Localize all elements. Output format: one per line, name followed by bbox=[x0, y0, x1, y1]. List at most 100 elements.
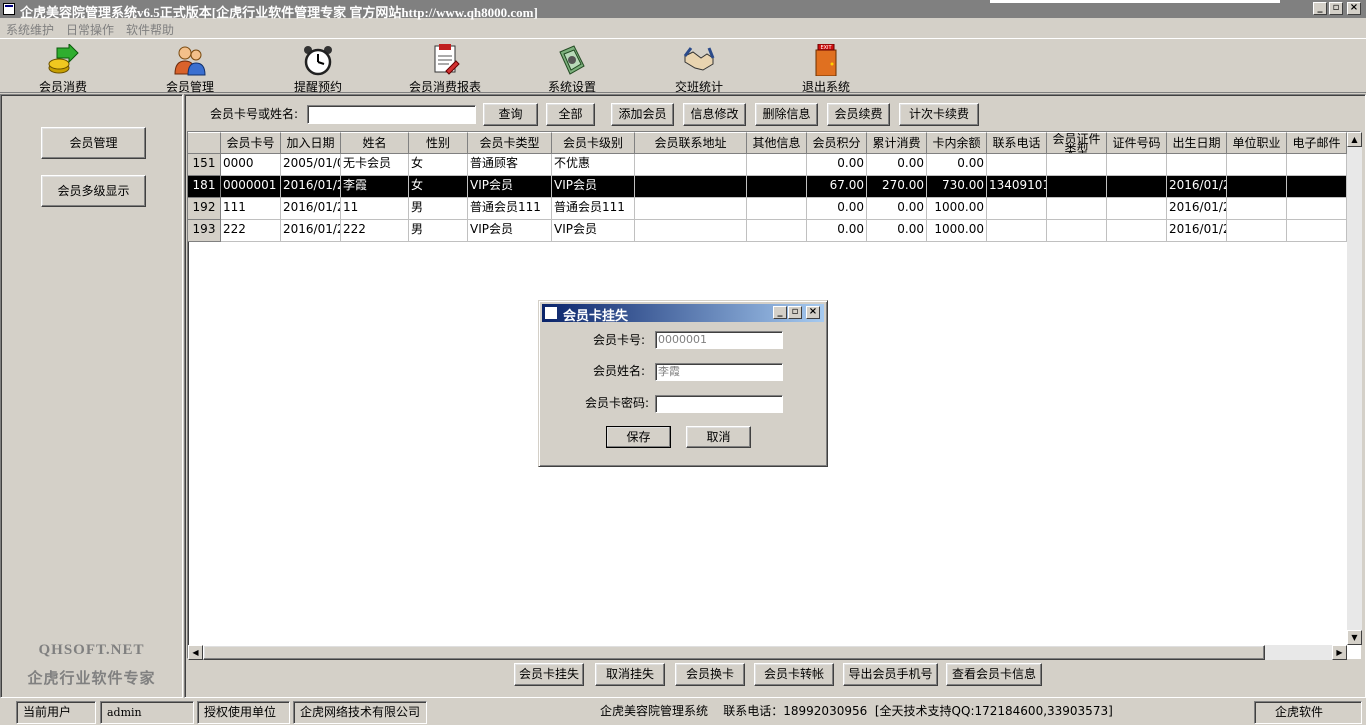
add-member-button[interactable]: 添加会员 bbox=[611, 103, 674, 126]
row-id[interactable]: 181 bbox=[188, 176, 221, 198]
table-cell[interactable]: 2016/01/27 bbox=[1167, 220, 1227, 242]
query-button[interactable]: 查询 bbox=[483, 103, 538, 126]
table-cell[interactable] bbox=[1047, 176, 1107, 198]
table-cell[interactable] bbox=[1167, 154, 1227, 176]
view-card-info-button[interactable]: 查看会员卡信息 bbox=[946, 663, 1042, 686]
table-cell[interactable]: 11 bbox=[341, 198, 409, 220]
table-cell[interactable] bbox=[747, 220, 807, 242]
table-cell[interactable]: VIP会员 bbox=[468, 220, 552, 242]
row-id[interactable]: 193 bbox=[188, 220, 221, 242]
save-button[interactable]: 保存 bbox=[606, 426, 671, 448]
table-cell[interactable] bbox=[1047, 198, 1107, 220]
table-cell[interactable] bbox=[747, 176, 807, 198]
table-cell[interactable]: 普通会员111 bbox=[468, 198, 552, 220]
table-cell[interactable]: VIP会员 bbox=[552, 176, 635, 198]
table-cell[interactable]: 女 bbox=[409, 154, 468, 176]
scroll-right-arrow-icon[interactable]: ▶ bbox=[1332, 645, 1347, 660]
table-cell[interactable] bbox=[1227, 198, 1287, 220]
table-cell[interactable] bbox=[1227, 176, 1287, 198]
table-cell[interactable]: 0.00 bbox=[807, 198, 867, 220]
table-cell[interactable] bbox=[987, 198, 1047, 220]
sidebar-multilevel-button[interactable]: 会员多级显示 bbox=[41, 175, 146, 207]
table-cell[interactable] bbox=[1287, 154, 1347, 176]
column-header[interactable]: 联系电话 bbox=[987, 132, 1047, 154]
scroll-left-arrow-icon[interactable]: ◀ bbox=[188, 645, 203, 660]
table-cell[interactable] bbox=[1107, 220, 1167, 242]
card-transfer-button[interactable]: 会员卡转帐 bbox=[754, 663, 834, 686]
table-cell[interactable]: 1000.00 bbox=[927, 220, 987, 242]
menu-system-maintenance[interactable]: 系统维护 bbox=[6, 21, 54, 38]
table-cell[interactable] bbox=[635, 198, 747, 220]
table-cell[interactable]: 2005/01/01 bbox=[281, 154, 341, 176]
change-card-button[interactable]: 会员换卡 bbox=[675, 663, 745, 686]
table-cell[interactable]: 13409101040 bbox=[987, 176, 1047, 198]
table-cell[interactable]: 李霞 bbox=[341, 176, 409, 198]
toolbar-member-consume[interactable]: 会员消费 bbox=[13, 42, 113, 94]
table-cell[interactable]: 2016/01/27 bbox=[281, 220, 341, 242]
dialog-close-button[interactable]: × bbox=[806, 306, 820, 319]
toolbar-exit[interactable]: EXIT 退出系统 bbox=[776, 42, 876, 94]
column-header[interactable]: 会员积分 bbox=[807, 132, 867, 154]
menu-daily-operations[interactable]: 日常操作 bbox=[66, 21, 114, 38]
table-cell[interactable]: 0000 bbox=[221, 154, 281, 176]
column-header[interactable]: 出生日期 bbox=[1167, 132, 1227, 154]
scroll-down-arrow-icon[interactable]: ▼ bbox=[1347, 630, 1362, 645]
toolbar-consume-report[interactable]: 会员消费报表 bbox=[395, 42, 495, 94]
table-cell[interactable] bbox=[635, 176, 747, 198]
column-header[interactable]: 会员证件类型 bbox=[1047, 132, 1107, 154]
card-number-field[interactable]: 0000001 bbox=[655, 331, 783, 349]
column-header[interactable]: 会员卡类型 bbox=[468, 132, 552, 154]
edit-info-button[interactable]: 信息修改 bbox=[683, 103, 746, 126]
column-header[interactable]: 单位职业 bbox=[1227, 132, 1287, 154]
table-cell[interactable] bbox=[987, 154, 1047, 176]
table-cell[interactable]: 67.00 bbox=[807, 176, 867, 198]
column-header[interactable]: 加入日期 bbox=[281, 132, 341, 154]
dialog-minimize-button[interactable]: _ bbox=[773, 306, 787, 319]
table-cell[interactable] bbox=[1227, 154, 1287, 176]
card-report-lost-button[interactable]: 会员卡挂失 bbox=[514, 663, 584, 686]
table-cell[interactable] bbox=[1287, 176, 1347, 198]
table-cell[interactable]: 0.00 bbox=[807, 220, 867, 242]
vertical-scrollbar[interactable]: ▲ ▼ bbox=[1347, 132, 1362, 645]
column-header[interactable]: 电子邮件 bbox=[1287, 132, 1347, 154]
table-cell[interactable]: 111 bbox=[221, 198, 281, 220]
table-cell[interactable] bbox=[1287, 220, 1347, 242]
table-cell[interactable]: 0000001 bbox=[221, 176, 281, 198]
horizontal-scrollbar[interactable]: ◀ ▶ bbox=[188, 645, 1347, 660]
table-cell[interactable]: 2016/01/22 bbox=[281, 176, 341, 198]
table-cell[interactable] bbox=[1227, 220, 1287, 242]
table-cell[interactable]: 270.00 bbox=[867, 176, 927, 198]
table-cell[interactable]: 普通会员111 bbox=[552, 198, 635, 220]
table-cell[interactable]: 0.00 bbox=[867, 220, 927, 242]
restore-button[interactable]: ▫ bbox=[1329, 2, 1343, 15]
table-row[interactable]: 18100000012016/01/22李霞女VIP会员VIP会员67.0027… bbox=[188, 176, 1347, 198]
table-cell[interactable]: 0.00 bbox=[867, 198, 927, 220]
column-header[interactable]: 姓名 bbox=[341, 132, 409, 154]
table-cell[interactable]: 0.00 bbox=[807, 154, 867, 176]
minimize-button[interactable]: _ bbox=[1313, 2, 1327, 15]
export-phones-button[interactable]: 导出会员手机号 bbox=[843, 663, 938, 686]
column-header[interactable]: 卡内余额 bbox=[927, 132, 987, 154]
column-header[interactable]: 其他信息 bbox=[747, 132, 807, 154]
column-header[interactable]: 会员卡级别 bbox=[552, 132, 635, 154]
close-button[interactable]: × bbox=[1347, 2, 1361, 15]
sidebar-member-manage-button[interactable]: 会员管理 bbox=[41, 127, 146, 159]
column-header[interactable]: 会员卡号 bbox=[221, 132, 281, 154]
table-cell[interactable]: VIP会员 bbox=[468, 176, 552, 198]
table-cell[interactable]: 不优惠 bbox=[552, 154, 635, 176]
table-cell[interactable]: 男 bbox=[409, 220, 468, 242]
table-cell[interactable]: 0.00 bbox=[927, 154, 987, 176]
column-header[interactable]: 性别 bbox=[409, 132, 468, 154]
menu-help[interactable]: 软件帮助 bbox=[126, 21, 174, 38]
table-cell[interactable]: 730.00 bbox=[927, 176, 987, 198]
table-cell[interactable]: 0.00 bbox=[867, 154, 927, 176]
table-cell[interactable] bbox=[1107, 198, 1167, 220]
table-cell[interactable] bbox=[747, 198, 807, 220]
table-cell[interactable]: 普通顾客 bbox=[468, 154, 552, 176]
table-cell[interactable] bbox=[1047, 220, 1107, 242]
row-id[interactable]: 192 bbox=[188, 198, 221, 220]
table-cell[interactable] bbox=[1287, 198, 1347, 220]
scroll-thumb[interactable] bbox=[203, 645, 1265, 660]
table-cell[interactable] bbox=[1107, 176, 1167, 198]
table-row[interactable]: 1932222016/01/27222男VIP会员VIP会员0.000.0010… bbox=[188, 220, 1347, 242]
